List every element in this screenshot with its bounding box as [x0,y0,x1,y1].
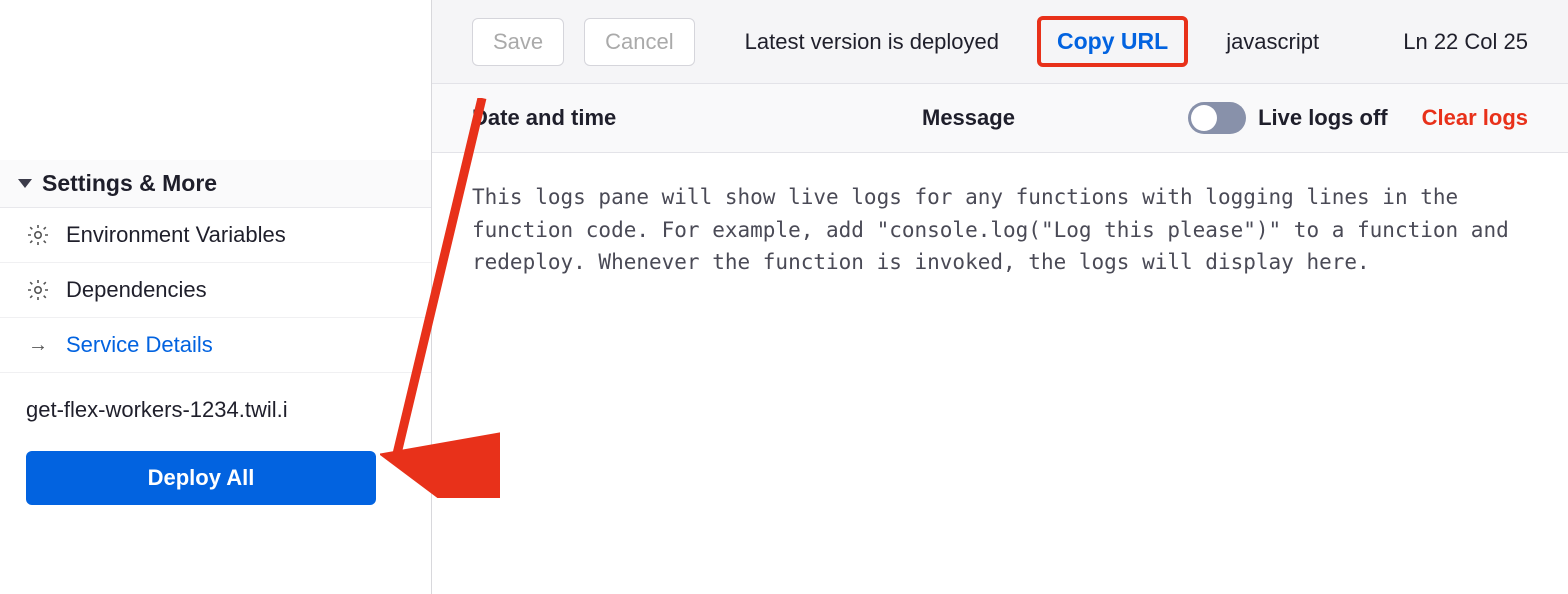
sidebar-item-label: Environment Variables [66,222,286,248]
sidebar-section-header[interactable]: Settings & More [0,160,431,208]
logs-col-message: Message [922,105,1102,131]
section-title: Settings & More [42,170,217,197]
arrow-right-icon: → [26,334,50,357]
logs-col-date: Date and time [472,105,892,131]
cursor-position: Ln 22 Col 25 [1403,29,1528,55]
deploy-status: Latest version is deployed [745,29,999,55]
logs-placeholder: This logs pane will show live logs for a… [432,153,1568,307]
sidebar-item-dependencies[interactable]: Dependencies [0,263,431,318]
cancel-button[interactable]: Cancel [584,18,694,66]
editor-toolbar: Save Cancel Latest version is deployed C… [432,0,1568,84]
service-domain: get-flex-workers-1234.twil.i [0,373,431,437]
deploy-all-button[interactable]: Deploy All [26,451,376,505]
sidebar-item-label: Dependencies [66,277,207,303]
live-logs-label: Live logs off [1258,105,1388,131]
chevron-down-icon [18,179,32,188]
gear-icon [26,223,50,247]
save-button[interactable]: Save [472,18,564,66]
sidebar-item-label: Service Details [66,332,213,358]
logs-header: Date and time Message Live logs off Clea… [432,84,1568,153]
copy-url-button[interactable]: Copy URL [1037,16,1188,67]
main-panel: Save Cancel Latest version is deployed C… [432,0,1568,594]
gear-icon [26,278,50,302]
clear-logs-button[interactable]: Clear logs [1422,105,1528,131]
toggle-knob [1191,105,1217,131]
sidebar-item-service-details[interactable]: → Service Details [0,318,431,373]
live-logs-toggle[interactable] [1188,102,1246,134]
language-label: javascript [1226,29,1319,55]
sidebar-item-env-vars[interactable]: Environment Variables [0,208,431,263]
sidebar: Settings & More Environment Variables De… [0,0,432,594]
